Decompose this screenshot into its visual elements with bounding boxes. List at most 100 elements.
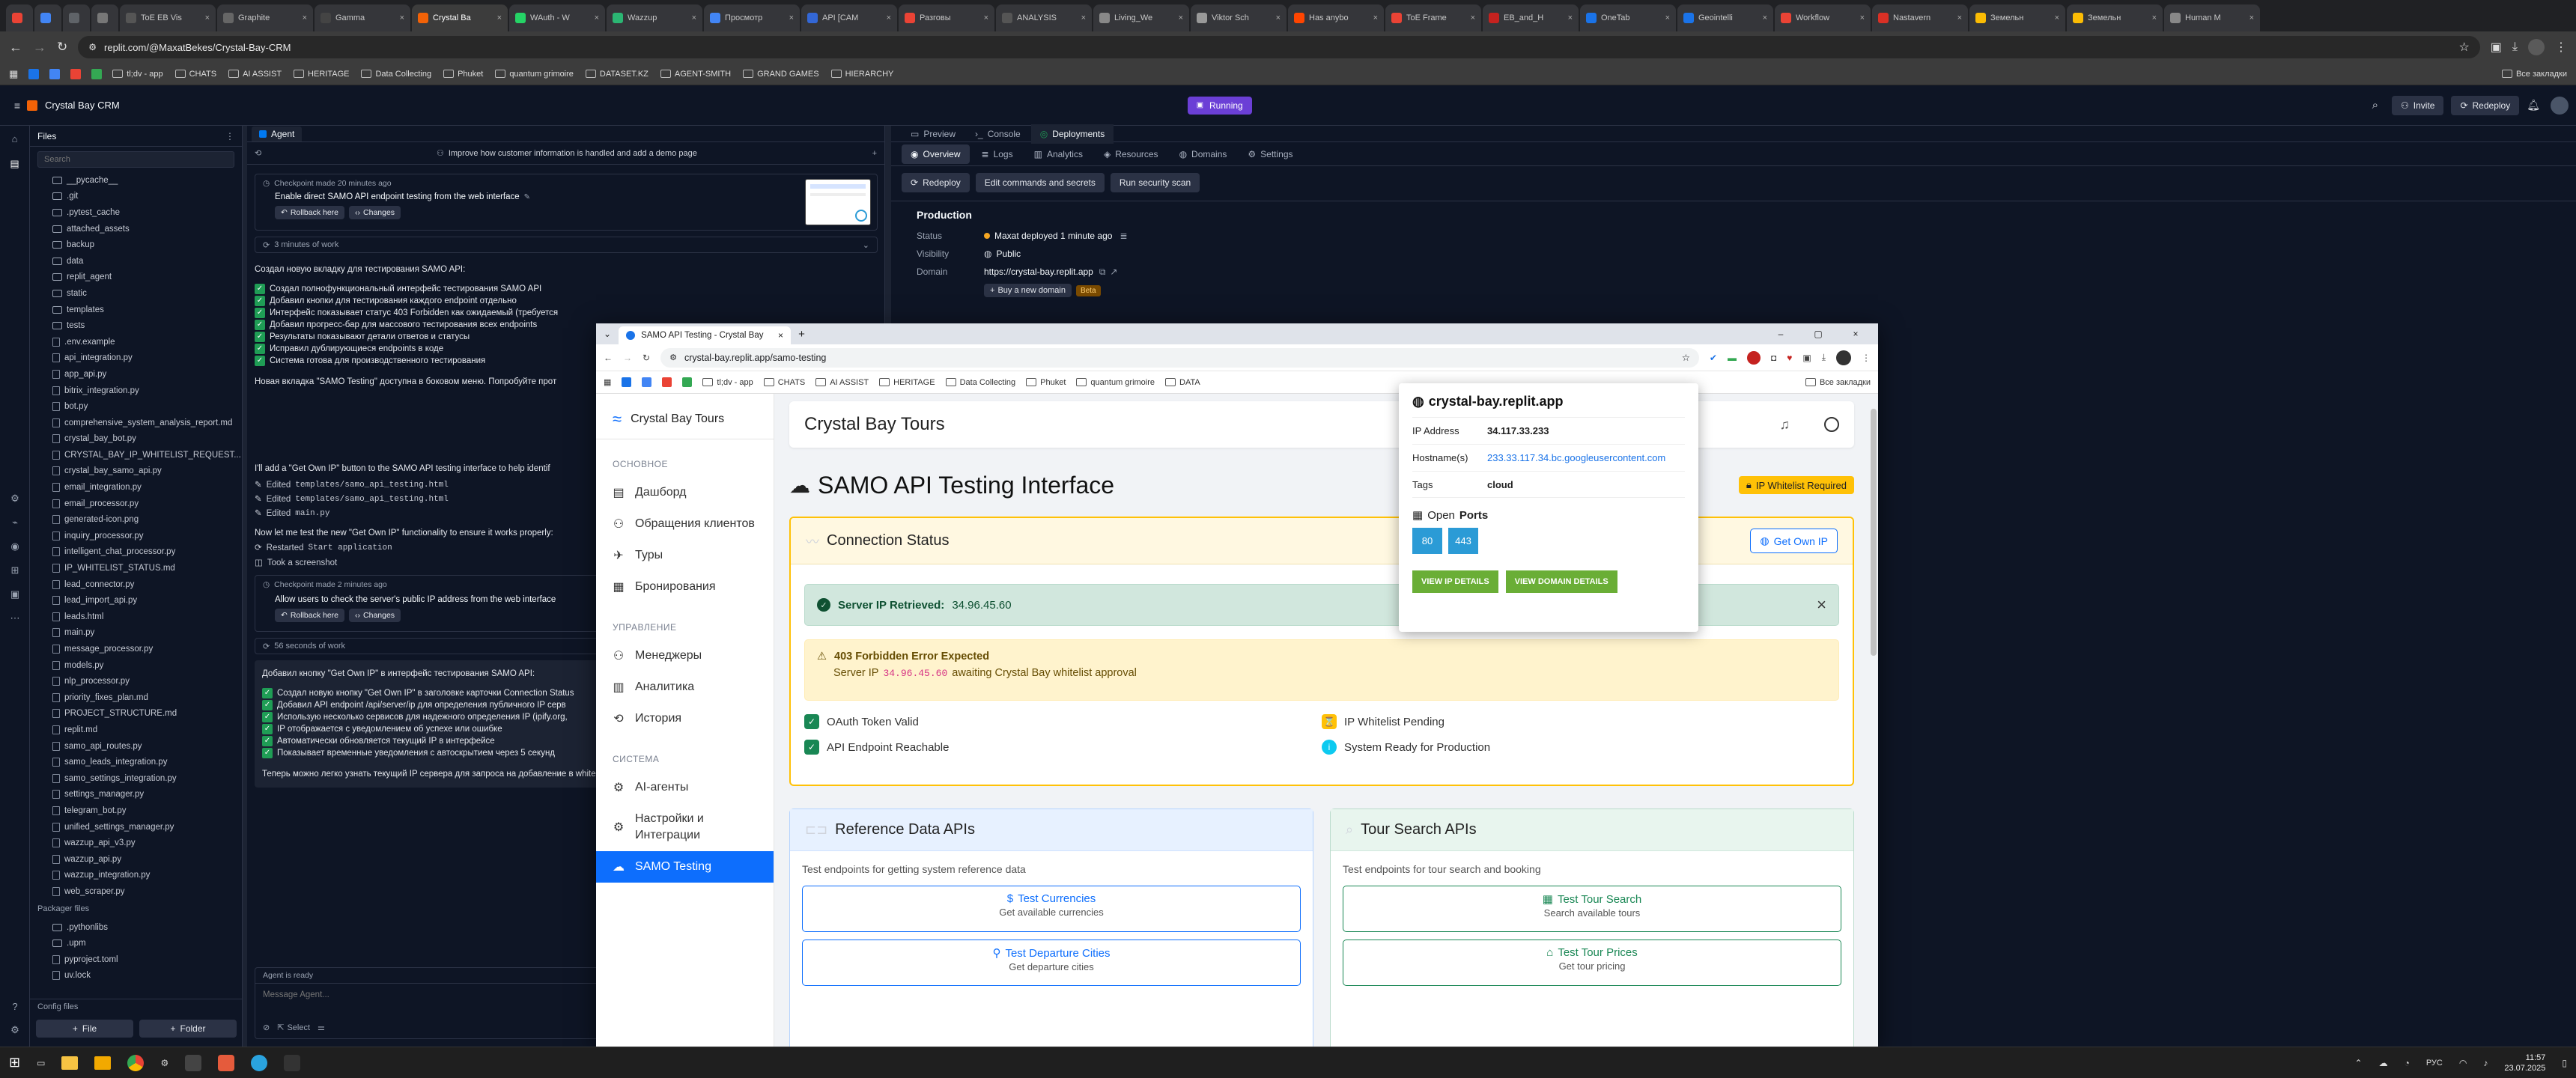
browser-tab[interactable]: Wazzup ×	[607, 4, 702, 31]
user-avatar[interactable]	[2551, 96, 2569, 115]
nav-item-managers[interactable]: ⚇ Менеджеры	[596, 640, 774, 672]
bookmark-star-icon[interactable]: ☆	[2458, 40, 2469, 55]
file-item[interactable]: samo_settings_integration.py	[30, 770, 242, 787]
browser-tab[interactable]: Human M ×	[2164, 4, 2260, 31]
tab-deployments[interactable]: ◎ Deployments	[1030, 124, 1114, 144]
project-name[interactable]: Crystal Bay CRM	[45, 100, 120, 111]
file-item[interactable]: priority_fixes_plan.md	[30, 689, 242, 706]
tray-chevron-icon[interactable]: ⌃	[2355, 1058, 2363, 1068]
nav-item-analytics[interactable]: ▥ Аналитика	[596, 672, 774, 703]
more-icon[interactable]: ⋮	[225, 131, 234, 141]
browser-tab[interactable]: Crystal Ba ×	[412, 4, 508, 31]
browser-tab[interactable]: Земельн ×	[1969, 4, 2065, 31]
tool-icon[interactable]: ⌁	[12, 517, 18, 529]
edit-icon[interactable]: ✎	[524, 193, 530, 201]
file-item[interactable]: crystal_bay_bot.py	[30, 431, 242, 448]
tab-search-icon[interactable]: ⌄	[604, 329, 611, 339]
bookmark-favicon-icon[interactable]	[70, 68, 82, 79]
close-tab-icon[interactable]: ×	[1568, 13, 1573, 22]
window-address-bar[interactable]: ⚙ crystal-bay.replit.app/samo-testing ☆	[660, 347, 1699, 368]
extensions-icon[interactable]: ▣	[2491, 40, 2502, 55]
all-bookmarks[interactable]: Все закладки	[1805, 378, 1871, 387]
address-bar[interactable]: ⚙ replit.com/@MaxatBekes/Crystal-Bay-CRM…	[78, 36, 2480, 58]
close-tab-icon[interactable]: ×	[1276, 13, 1281, 22]
app-icon[interactable]	[185, 1054, 202, 1071]
apps-icon[interactable]: ▦	[9, 68, 18, 80]
extension-icon[interactable]: ♥	[1787, 353, 1792, 363]
close-tab-icon[interactable]: ×	[1471, 13, 1475, 22]
close-tab-icon[interactable]: ×	[400, 13, 404, 22]
search-icon[interactable]: ⌕	[2372, 99, 2378, 112]
back-icon[interactable]: ←	[604, 353, 613, 363]
site-brand[interactable]: Crystal Bay Tours	[631, 412, 724, 426]
window-tab[interactable]: SAMO API Testing - Crystal Bay ×	[619, 326, 792, 344]
file-item[interactable]: wazzup_integration.py	[30, 868, 242, 884]
scrollbar[interactable]	[1871, 409, 1877, 656]
bookmark-item[interactable]: DATASET.KZ	[585, 70, 648, 79]
app-icon[interactable]	[218, 1054, 235, 1071]
rollback-button[interactable]: ↶ Rollback here	[275, 609, 345, 622]
file-item[interactable]: wazzup_api.py	[30, 851, 242, 868]
test-departure-cities-button[interactable]: ⚲ Test Departure Cities Get departure cit…	[802, 940, 1301, 986]
nav-item-inquiries[interactable]: ⚇ Обращения клиентов	[596, 508, 774, 540]
reload-icon[interactable]: ↻	[57, 40, 67, 55]
close-tab-icon[interactable]: ×	[303, 13, 307, 22]
file-item[interactable]: replit.md	[30, 722, 242, 738]
app-icon[interactable]: ⚙	[160, 1058, 168, 1068]
tab-console[interactable]: ›_ Console	[966, 124, 1030, 144]
new-file-button[interactable]: + File	[36, 1020, 133, 1038]
test-currencies-button[interactable]: $ Test Currencies Get available currencie…	[802, 886, 1301, 932]
tool-icon[interactable]: ⚙	[10, 493, 19, 505]
nav-item-bookings[interactable]: ▦ Бронирования	[596, 571, 774, 603]
explorer-icon[interactable]	[61, 1056, 79, 1070]
telegram-icon[interactable]	[251, 1054, 268, 1071]
log-icon[interactable]: ≣	[1120, 231, 1127, 241]
minimize-icon[interactable]: –	[1766, 329, 1796, 339]
file-item[interactable]: intelligent_chat_processor.py	[30, 544, 242, 561]
file-item[interactable]: email_processor.py	[30, 496, 242, 512]
forward-icon[interactable]: →	[33, 40, 46, 55]
user-circle-icon[interactable]	[1824, 417, 1839, 432]
forward-icon[interactable]: →	[623, 353, 632, 363]
close-tab-icon[interactable]: ×	[1373, 13, 1378, 22]
copy-icon[interactable]: ⧉	[1099, 267, 1106, 278]
folder-item[interactable]: static	[30, 285, 242, 302]
files-app-icon[interactable]	[94, 1056, 112, 1070]
tool-icon[interactable]: ⋯	[10, 612, 20, 624]
bookmark-item[interactable]: Data Collecting	[945, 378, 1015, 387]
folder-item[interactable]: tests	[30, 317, 242, 334]
maximize-icon[interactable]: ▢	[1803, 329, 1833, 339]
file-item[interactable]: bitrix_integration.py	[30, 383, 242, 399]
folder-item[interactable]: .git	[30, 189, 242, 205]
bookmark-star-icon[interactable]: ☆	[1682, 352, 1690, 363]
port-badge[interactable]: 80	[1412, 528, 1442, 554]
bookmark-favicon-icon[interactable]	[662, 377, 672, 387]
browser-tab[interactable]: Workflow ×	[1775, 4, 1871, 31]
file-item[interactable]: inquiry_processor.py	[30, 528, 242, 544]
input-language[interactable]: РУС	[2426, 1059, 2443, 1068]
extensions-icon[interactable]: ▣	[1802, 353, 1811, 363]
bookmark-item[interactable]: Phuket	[1026, 378, 1066, 387]
nav-item-ai-agents[interactable]: ⚙ AI-агенты	[596, 772, 774, 803]
folder-item[interactable]: backup	[30, 237, 242, 253]
taskview-icon[interactable]: ▭	[37, 1058, 45, 1068]
file-item[interactable]: samo_api_routes.py	[30, 738, 242, 755]
file-item[interactable]: pyproject.toml	[30, 951, 242, 968]
bookmark-favicon-icon[interactable]	[642, 377, 652, 387]
close-tab-icon[interactable]: ×	[1179, 13, 1183, 22]
file-item[interactable]: message_processor.py	[30, 641, 242, 657]
browser-tab[interactable]: Gamma ×	[315, 4, 410, 31]
tab-agent[interactable]: Agent	[252, 126, 303, 141]
apps-icon[interactable]: ▦	[604, 377, 611, 387]
browser-tab[interactable]	[6, 4, 33, 31]
bookmark-favicon-icon[interactable]	[28, 68, 40, 79]
nav-item-settings[interactable]: ⚙ Настройки и Интеграции	[596, 803, 774, 851]
site-info-icon[interactable]: ⚙	[669, 353, 677, 362]
folder-item[interactable]: .upm	[30, 935, 242, 951]
browser-tab[interactable]: Geointelli ×	[1677, 4, 1773, 31]
file-item[interactable]: crystal_bay_samo_api.py	[30, 463, 242, 480]
bookmark-item[interactable]: Phuket	[443, 70, 483, 79]
browser-tab[interactable]	[91, 4, 118, 31]
tray-icon[interactable]: ◔	[2405, 1058, 2410, 1068]
tool-icon[interactable]: ⊞	[11, 564, 19, 576]
